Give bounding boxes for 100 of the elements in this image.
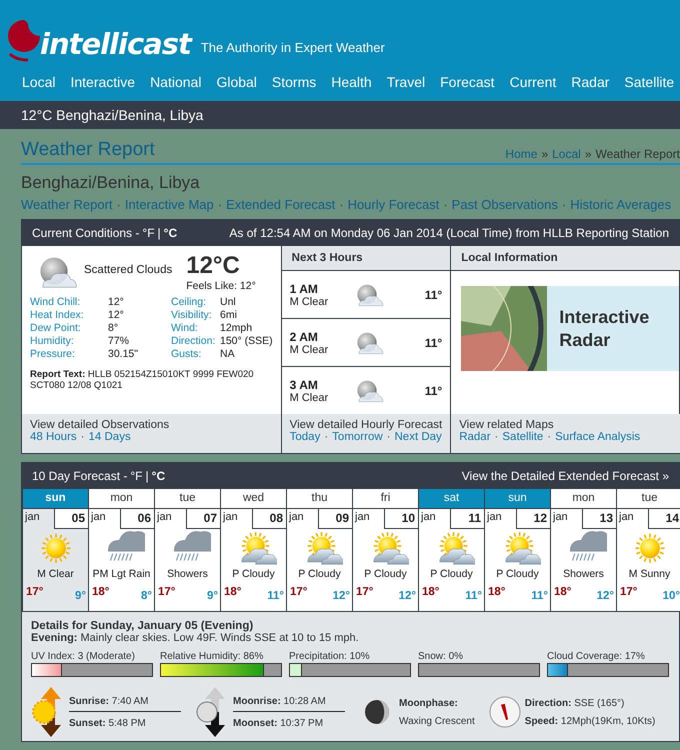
day-tab[interactable]: sat [418, 489, 484, 509]
footer-link[interactable]: 48 Hours [30, 431, 77, 443]
hour-time: 2 AM [290, 330, 319, 344]
day-month: jan [486, 510, 502, 525]
day-sky: P Cloudy [496, 568, 539, 580]
breadcrumb-current: Weather Report [596, 147, 680, 161]
nav-link[interactable]: Global [216, 74, 257, 90]
nav-link[interactable]: Storms [272, 74, 316, 90]
day-tab[interactable]: tue [616, 489, 680, 509]
link-separator: · [547, 431, 552, 443]
unit-link[interactable]: °C [164, 226, 178, 240]
breadcrumb-link[interactable]: Home [505, 147, 538, 161]
feels-like: Feels Like: 12° [186, 280, 256, 292]
hour-temperature: 11° [424, 384, 442, 398]
sky-condition: Scattered Clouds [84, 264, 172, 276]
stat-label: Wind Chill: [30, 296, 82, 309]
stat-value: 12mph [220, 322, 254, 335]
day-forecast-card[interactable]: jan 07 Showers 17° 9° [154, 509, 220, 611]
section-link[interactable]: Past Observations [452, 197, 558, 212]
day-sky: Showers [563, 568, 604, 580]
footer-link[interactable]: Tomorrow [332, 431, 383, 443]
nav-link[interactable]: Satellite [624, 74, 674, 90]
section-link[interactable]: Extended Forecast [226, 197, 336, 212]
footer-link[interactable]: Surface Analysis [555, 431, 640, 443]
stat-value: Unl [220, 296, 237, 309]
day-forecast-card[interactable]: jan 06 PM Lgt Rain 18° 8° [88, 509, 154, 611]
day-forecast-card[interactable]: jan 08 P Cloudy 18° 11° [220, 509, 286, 611]
day-tab[interactable]: thu [286, 489, 352, 509]
section-link[interactable]: Weather Report [21, 197, 113, 212]
day-month: jan [24, 510, 40, 525]
section-link[interactable]: Historic Averages [570, 197, 672, 212]
stat-label: Visibility: [171, 309, 213, 322]
nav-link[interactable]: Current [510, 74, 556, 90]
page-title: Weather Report [21, 139, 155, 161]
day-forecast-card[interactable]: jan 11 P Cloudy 18° 11° [418, 509, 484, 611]
unit-link[interactable]: °F [130, 469, 143, 483]
stat-label: Humidity: [30, 335, 75, 348]
nav-link[interactable]: Local [22, 74, 56, 90]
footer-link[interactable]: Next Day [394, 431, 442, 443]
unit-separator: | [146, 469, 149, 483]
unit-link[interactable]: °C [152, 469, 166, 483]
day-forecast-card[interactable]: jan 09 P Cloudy 17° 12° [286, 509, 352, 611]
day-tab[interactable]: sun [484, 489, 550, 509]
low-temperature: 11° [531, 590, 548, 602]
day-date: 07 [186, 509, 220, 529]
day-tab[interactable]: fri [352, 489, 418, 509]
day-tab[interactable]: tue [154, 489, 220, 509]
section-link[interactable]: Hourly Forecast [348, 197, 440, 212]
day-month: jan [156, 510, 172, 525]
low-temperature: 10° [662, 590, 680, 602]
nav-link[interactable]: Radar [571, 74, 610, 90]
meter-label: Precipitation: 10% [289, 651, 371, 662]
unit-link[interactable]: °F [142, 226, 155, 240]
extended-forecast-link[interactable]: View the Detailed Extended Forecast » [462, 469, 669, 483]
almanac-text: Moonrise: 10:28 AM [233, 696, 345, 712]
footer-link[interactable]: Satellite [502, 431, 544, 443]
day-forecast-card[interactable]: jan 14 M Sunny 17° 10° [616, 509, 680, 611]
nav-link[interactable]: Interactive [70, 74, 136, 90]
hour-temperature: 11° [424, 288, 442, 302]
day-forecast-card[interactable]: jan 05 M Clear 17° 9° [22, 509, 88, 611]
breadcrumb-link[interactable]: Local [552, 147, 581, 161]
site-logo[interactable]: intellicast [6, 18, 191, 62]
day-tab[interactable]: wed [220, 489, 286, 509]
stat-label: Ceiling: [171, 296, 208, 309]
day-forecast-card[interactable]: jan 10 P Cloudy 17° 12° [352, 509, 418, 611]
day-forecast-card[interactable]: jan 12 P Cloudy 18° 11° [484, 509, 550, 611]
almanac-text: Waxing Crescent [399, 716, 475, 726]
radar-banner[interactable]: Interactive Radar [461, 286, 680, 371]
nav-link[interactable]: Forecast [440, 74, 495, 90]
breadcrumb-separator: » [541, 147, 548, 161]
link-separator: · [218, 197, 222, 212]
link-separator: · [443, 197, 448, 212]
high-temperature: 18° [422, 586, 440, 600]
day-tab[interactable]: mon [550, 489, 616, 509]
nav-link[interactable]: Health [331, 74, 372, 90]
low-temperature: 11° [267, 590, 284, 602]
nav-link[interactable]: National [150, 74, 202, 90]
day-tab[interactable]: mon [88, 489, 154, 509]
day-date: 10 [384, 509, 418, 529]
day-date: 05 [54, 509, 88, 529]
section-link[interactable]: Interactive Map [124, 197, 214, 212]
low-temperature: 8° [141, 590, 152, 602]
day-forecast-card[interactable]: jan 13 Showers 18° 12° [550, 509, 616, 611]
stat-value: 12° [108, 309, 125, 322]
breadcrumb-separator: » [584, 147, 592, 161]
almanac-text: Moonset: 10:37 PM [233, 718, 324, 728]
high-temperature: 17° [620, 586, 638, 600]
footer-link[interactable]: 14 Days [88, 431, 131, 443]
low-temperature: 9° [75, 590, 86, 602]
stat-label: Pressure: [30, 348, 76, 361]
footer-link[interactable]: Radar [459, 431, 491, 443]
hour-temperature: 11° [424, 336, 442, 350]
current-location-bar: 12°C Benghazi/Benina, Libya [0, 101, 680, 129]
column-header: Local Information [451, 246, 680, 271]
day-sky: P Cloudy [364, 568, 407, 580]
stat-value: 6mi [220, 309, 238, 322]
day-tab[interactable]: sun [22, 489, 88, 509]
footer-link[interactable]: Today [290, 431, 320, 443]
high-temperature: 17° [26, 586, 44, 600]
nav-link[interactable]: Travel [386, 74, 426, 90]
